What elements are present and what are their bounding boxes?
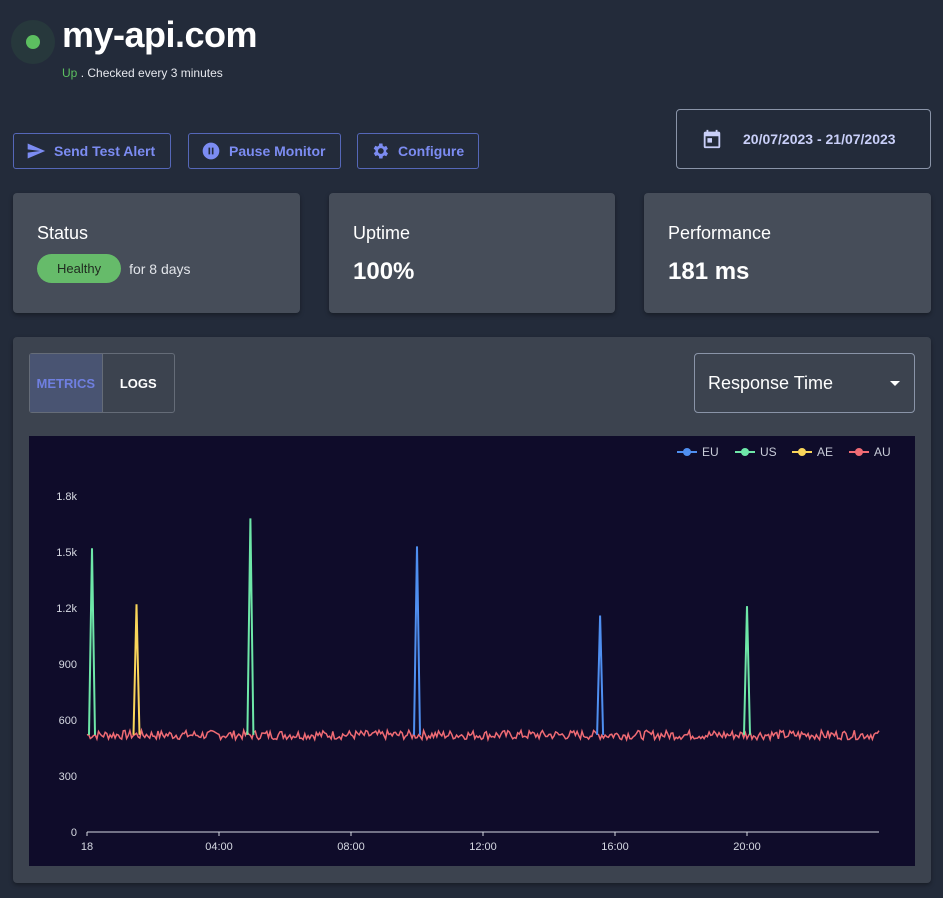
- legend-marker-ae: [798, 448, 806, 456]
- x-tick-label: 08:00: [337, 841, 365, 853]
- send-test-alert-button[interactable]: Send Test Alert: [13, 133, 171, 169]
- series-eu-spike: [413, 546, 421, 735]
- calendar-icon: [703, 129, 721, 149]
- check-interval-text: . Checked every 3 minutes: [80, 66, 223, 80]
- health-badge: Healthy: [37, 254, 122, 283]
- legend-label-eu: EU: [702, 445, 719, 459]
- send-icon: [27, 143, 46, 159]
- series-us-spike: [743, 606, 751, 735]
- pause-icon: [202, 142, 220, 160]
- series-eu-spike: [596, 615, 605, 735]
- tab-logs[interactable]: LOGS: [103, 354, 175, 412]
- page-title: my-api.com: [62, 14, 258, 55]
- metric-select-value: Response Time: [708, 372, 834, 393]
- y-tick-label: 600: [59, 715, 77, 727]
- y-tick-label: 1.8k: [56, 491, 77, 503]
- status-dot: [26, 35, 40, 49]
- legend-label-us: US: [760, 445, 777, 459]
- performance-card-title: Performance: [668, 223, 772, 243]
- view-tabs: METRICS LOGS: [29, 353, 175, 413]
- y-tick-label: 0: [71, 827, 77, 839]
- chevron-down-icon: [890, 381, 900, 386]
- legend-label-au: AU: [874, 445, 891, 459]
- series-au-line: [86, 727, 880, 743]
- configure-button[interactable]: Configure: [357, 133, 479, 169]
- uptime-card-title: Uptime: [353, 223, 411, 243]
- pause-monitor-button[interactable]: Pause Monitor: [188, 133, 341, 169]
- performance-value: 181 ms: [668, 258, 750, 285]
- date-range-text: 20/07/2023 - 21/07/2023: [743, 131, 896, 147]
- pause-monitor-label: Pause Monitor: [229, 143, 326, 159]
- status-card-title: Status: [37, 223, 89, 243]
- y-tick-label: 300: [59, 771, 77, 783]
- x-tick-label: 16:00: [601, 841, 629, 853]
- metric-select[interactable]: Response Time: [694, 353, 915, 413]
- series-ae-spike: [132, 604, 141, 735]
- status-card: Status Healthy for 8 days: [13, 193, 300, 313]
- chart-svg: 18 04:00 08:00 12:00 16:00 20:00 0 300 600 900 1.2…: [56, 445, 891, 853]
- legend-label-ae: AE: [817, 445, 833, 459]
- configure-label: Configure: [398, 143, 465, 159]
- y-tick-label: 1.5k: [56, 547, 77, 559]
- gear-icon: [373, 143, 388, 159]
- legend-marker-eu: [683, 448, 691, 456]
- health-duration: for 8 days: [129, 260, 191, 277]
- legend-marker-us: [741, 448, 749, 456]
- health-row: Healthy for 8 days: [37, 254, 276, 283]
- uptime-card: Uptime 100%: [329, 193, 615, 313]
- send-test-alert-label: Send Test Alert: [54, 143, 156, 159]
- y-tick-label: 900: [59, 659, 77, 671]
- y-tick-label: 1.2k: [56, 603, 77, 615]
- legend-marker-au: [855, 448, 863, 456]
- series-us-spike: [246, 518, 255, 735]
- status-indicator: [11, 20, 55, 64]
- x-tick-label: 20:00: [733, 841, 761, 853]
- date-range-picker[interactable]: 20/07/2023 - 21/07/2023: [676, 109, 931, 169]
- x-tick-label: 04:00: [205, 841, 233, 853]
- status-text: Up: [62, 66, 78, 80]
- uptime-value: 100%: [353, 258, 415, 285]
- performance-card: Performance 181 ms: [644, 193, 931, 313]
- tab-metrics[interactable]: METRICS: [30, 354, 103, 412]
- status-subline: Up . Checked every 3 minutes: [62, 66, 223, 80]
- series-us-spike: [88, 548, 96, 735]
- response-time-chart: 18 04:00 08:00 12:00 16:00 20:00 0 300 600 900 1.2…: [29, 436, 915, 866]
- x-tick-label: 18: [81, 841, 93, 853]
- x-tick-label: 12:00: [469, 841, 497, 853]
- metrics-panel: METRICS LOGS Response Time 18 04:00 08:00 1…: [13, 337, 931, 883]
